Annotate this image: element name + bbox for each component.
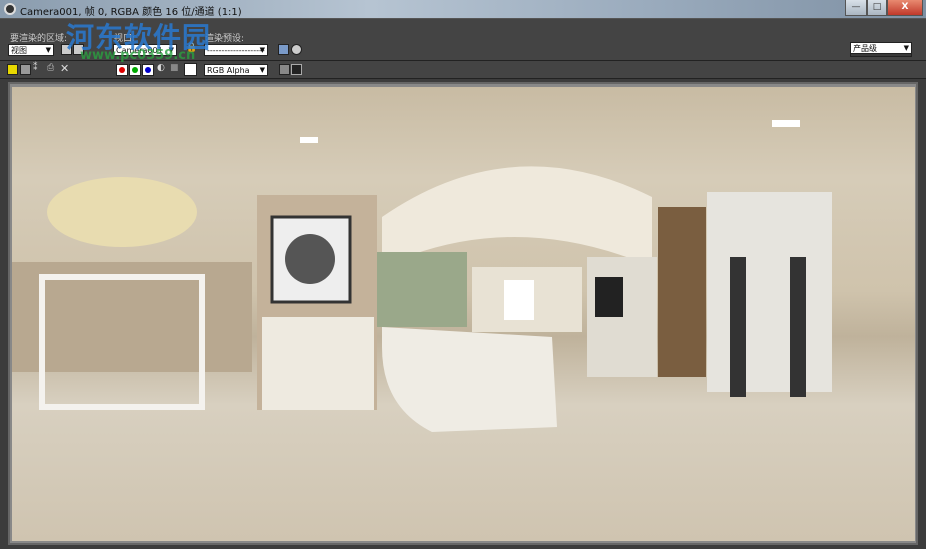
counter: [262, 317, 374, 410]
environment-icon[interactable]: [291, 44, 302, 55]
tv: [595, 277, 623, 317]
close-button[interactable]: X: [887, 0, 923, 16]
preset-dropdown[interactable]: --------------------: [204, 44, 268, 56]
rendered-panorama-image: [12, 87, 915, 541]
art-circle: [285, 234, 335, 284]
app-icon: [4, 3, 16, 15]
window: [504, 280, 534, 320]
speaker-right: [790, 257, 806, 397]
ceiling-cove-center: [382, 166, 652, 267]
blue-channel-toggle[interactable]: [142, 64, 154, 76]
color-swatch[interactable]: [184, 63, 197, 76]
copy-image-icon[interactable]: [20, 64, 31, 75]
ceiling-cove-left: [47, 177, 197, 247]
clear-icon[interactable]: ✕: [60, 62, 69, 75]
print-icon[interactable]: ⎙: [47, 63, 54, 73]
alpha-toggle-icon[interactable]: ◐: [157, 63, 165, 73]
sofa: [382, 327, 557, 432]
mural: [377, 252, 467, 327]
area-dropdown[interactable]: 视图: [8, 44, 54, 56]
watermark-url: www.pc0359.cn: [80, 48, 195, 63]
speaker-left: [730, 257, 746, 397]
interior-scene: [12, 87, 915, 541]
channel-dropdown[interactable]: RGB Alpha: [204, 64, 268, 76]
green-channel-toggle[interactable]: [129, 64, 141, 76]
save-image-icon[interactable]: [7, 64, 18, 75]
marble-wall: [707, 192, 832, 392]
clone-window-icon[interactable]: ⁑: [33, 63, 38, 73]
render-mode-dropdown[interactable]: 产品级: [850, 42, 912, 54]
mono-toggle-icon[interactable]: ■: [170, 63, 179, 73]
area-label: 要渲染的区域:: [10, 31, 67, 44]
render-setup-icon[interactable]: [278, 44, 289, 55]
lattice-screen: [658, 207, 706, 377]
overlay-icon[interactable]: [279, 64, 290, 75]
minimize-button[interactable]: —: [845, 0, 867, 16]
ceiling-light: [772, 120, 800, 127]
display-toggle-icon[interactable]: [291, 64, 302, 75]
maximize-button[interactable]: □: [867, 0, 887, 16]
display-toolbar: ⁑ ⎙ ✕ ◐ ■ RGB Alpha: [0, 61, 926, 79]
red-channel-toggle[interactable]: [116, 64, 128, 76]
ceiling-light: [300, 137, 318, 143]
